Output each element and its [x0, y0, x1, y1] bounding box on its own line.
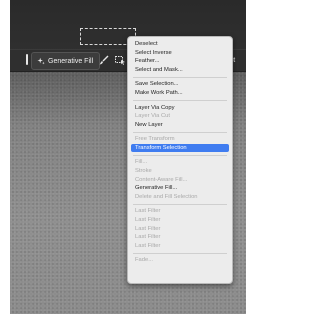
menu-item: Fill...: [135, 159, 148, 166]
menu-item[interactable]: Make Work Path...: [128, 89, 232, 98]
menu-item[interactable]: Layer Via Copy: [128, 104, 232, 113]
menu-separator: [133, 252, 227, 254]
taskbar-drag-handle[interactable]: [26, 54, 28, 65]
generative-fill-label: Generative Fill: [48, 57, 94, 65]
brush-icon[interactable]: [98, 53, 110, 65]
menu-item[interactable]: Generative Fill...: [128, 184, 232, 193]
context-menu: Deselect Select Inverse Feather... Select a…: [127, 36, 233, 284]
menu-item[interactable]: Deselect: [128, 40, 232, 49]
menu-item[interactable]: Save Selection...: [128, 80, 232, 89]
menu-item: Last Filter: [135, 225, 161, 232]
menu-separator: [133, 154, 227, 156]
selection-icon[interactable]: [114, 53, 126, 65]
menu-item: Last Filter: [135, 234, 161, 241]
menu-item: Free Transform: [135, 136, 175, 143]
menu-item: Fade...: [135, 257, 154, 264]
menu-item[interactable]: Select and Mask...: [128, 66, 232, 75]
menu-item: Stroke: [135, 168, 152, 175]
generative-fill-button[interactable]: Generative Fill: [31, 52, 101, 70]
menu-item: Last Filter: [135, 217, 161, 224]
menu-item: Last Filter: [135, 242, 161, 249]
menu-item[interactable]: Feather...: [128, 57, 232, 66]
menu-item: Content-Aware Fill...: [135, 176, 188, 183]
menu-item: Last Filter: [135, 208, 161, 215]
photoshop-document-window: Generative Fill Deselect DeselectSelect …: [10, 0, 246, 314]
menu-separator: [133, 76, 227, 78]
menu-item: Delete and Fill Selection: [135, 193, 198, 200]
menu-separator: [133, 131, 227, 133]
menu-separator: [133, 203, 227, 205]
menu-item[interactable]: New Layer: [128, 121, 232, 130]
menu-item[interactable]: Transform Selection: [131, 143, 229, 153]
menu-separator: [133, 99, 227, 101]
menu-item: Layer Via Cut: [135, 113, 171, 120]
sparkle-icon: [37, 57, 45, 65]
menu-item[interactable]: Select Inverse: [128, 49, 232, 58]
